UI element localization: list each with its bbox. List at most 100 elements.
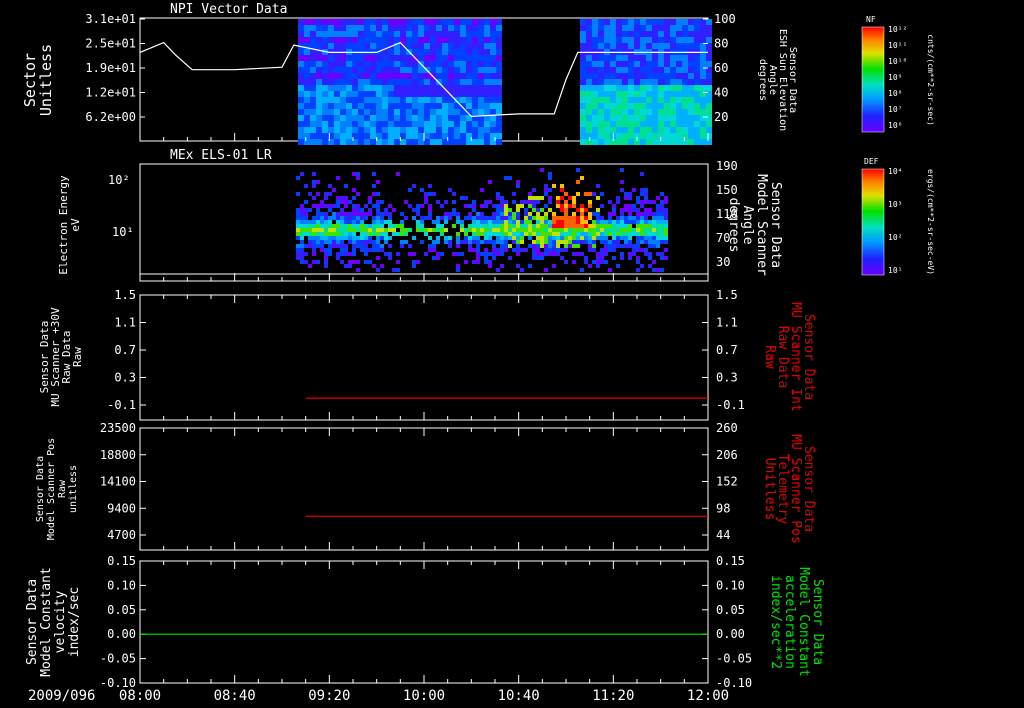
heat-cell <box>344 252 348 256</box>
heat-cell <box>388 91 394 97</box>
panel5-rtick: 0.00 <box>716 627 745 641</box>
heat-cell <box>652 31 658 37</box>
heat-cell <box>424 109 430 115</box>
svg-text:Raw: Raw <box>762 345 777 369</box>
heat-cell <box>598 19 604 25</box>
heat-cell <box>430 25 436 31</box>
heat-cell <box>634 103 640 109</box>
heat-cell <box>640 67 646 73</box>
heat-cell <box>468 204 472 208</box>
heat-cell <box>548 196 552 200</box>
heat-cell <box>646 127 652 133</box>
heat-cell <box>488 180 492 184</box>
heat-cell <box>304 244 308 248</box>
heat-cell <box>670 97 676 103</box>
heat-cell <box>394 19 400 25</box>
heat-cell <box>652 43 658 49</box>
heat-cell <box>424 55 430 61</box>
heat-cell <box>304 73 310 79</box>
heat-cell <box>352 25 358 31</box>
heat-cell <box>700 55 706 61</box>
heat-cell <box>560 208 564 212</box>
heat-cell <box>352 91 358 97</box>
heat-cell <box>652 79 658 85</box>
heat-cell <box>448 121 454 127</box>
heat-cell <box>592 212 596 216</box>
heat-cell <box>316 19 322 25</box>
heat-cell <box>372 216 376 220</box>
heat-cell <box>688 79 694 85</box>
heat-cell <box>496 61 502 67</box>
heat-cell <box>652 224 656 228</box>
heat-cell <box>648 244 652 248</box>
heat-cell <box>656 236 660 240</box>
heat-cell <box>418 31 424 37</box>
heat-cell <box>512 232 516 236</box>
heat-cell <box>540 168 544 172</box>
heat-cell <box>448 85 454 91</box>
heat-cell <box>466 37 472 43</box>
heat-cell <box>412 252 416 256</box>
heat-cell <box>512 212 516 216</box>
heat-cell <box>556 200 560 204</box>
heat-cell <box>316 73 322 79</box>
heat-cell <box>418 25 424 31</box>
heat-cell <box>348 216 352 220</box>
svg-text:Angle: Angle <box>740 205 755 244</box>
heat-cell <box>396 260 400 264</box>
heat-cell <box>628 121 634 127</box>
heat-cell <box>322 121 328 127</box>
heat-cell <box>384 220 388 224</box>
heat-cell <box>652 91 658 97</box>
heat-cell <box>332 224 336 228</box>
heat-cell <box>536 232 540 236</box>
heat-cell <box>572 224 576 228</box>
heat-cell <box>548 188 552 192</box>
heat-cell <box>608 228 612 232</box>
heat-cell <box>424 252 428 256</box>
heat-cell <box>376 91 382 97</box>
heat-cell <box>316 43 322 49</box>
heat-cell <box>456 232 460 236</box>
heat-cell <box>322 37 328 43</box>
svg-text:index/sec**2: index/sec**2 <box>768 575 783 669</box>
heat-cell <box>466 103 472 109</box>
heat-cell <box>496 37 502 43</box>
heat-cell <box>556 220 560 224</box>
heat-cell <box>604 127 610 133</box>
heat-cell <box>418 49 424 55</box>
heat-cell <box>376 232 380 236</box>
heat-cell <box>346 139 352 145</box>
heat-cell <box>394 73 400 79</box>
heat-cell <box>658 97 664 103</box>
heat-cell <box>634 121 640 127</box>
heat-cell <box>334 91 340 97</box>
heat-cell <box>352 216 356 220</box>
heat-cell <box>564 192 568 196</box>
heat-cell <box>622 115 628 121</box>
heat-cell <box>324 256 328 260</box>
heat-cell <box>634 109 640 115</box>
heat-cell <box>596 208 600 212</box>
heat-cell <box>622 139 628 145</box>
heat-cell <box>460 224 464 228</box>
heat-cell <box>646 67 652 73</box>
heat-cell <box>492 232 496 236</box>
heat-cell <box>346 25 352 31</box>
heat-cell <box>452 252 456 256</box>
heat-cell <box>612 224 616 228</box>
heat-cell <box>604 121 610 127</box>
heat-cell <box>604 91 610 97</box>
heat-cell <box>454 109 460 115</box>
heat-cell <box>432 240 436 244</box>
heat-cell <box>496 220 500 224</box>
heat-cell <box>328 244 332 248</box>
heat-cell <box>492 256 496 260</box>
heat-cell <box>516 208 520 212</box>
heat-cell <box>460 91 466 97</box>
heat-cell <box>442 55 448 61</box>
heat-cell <box>472 109 478 115</box>
heat-cell <box>610 85 616 91</box>
heat-cell <box>490 73 496 79</box>
heat-cell <box>532 244 536 248</box>
